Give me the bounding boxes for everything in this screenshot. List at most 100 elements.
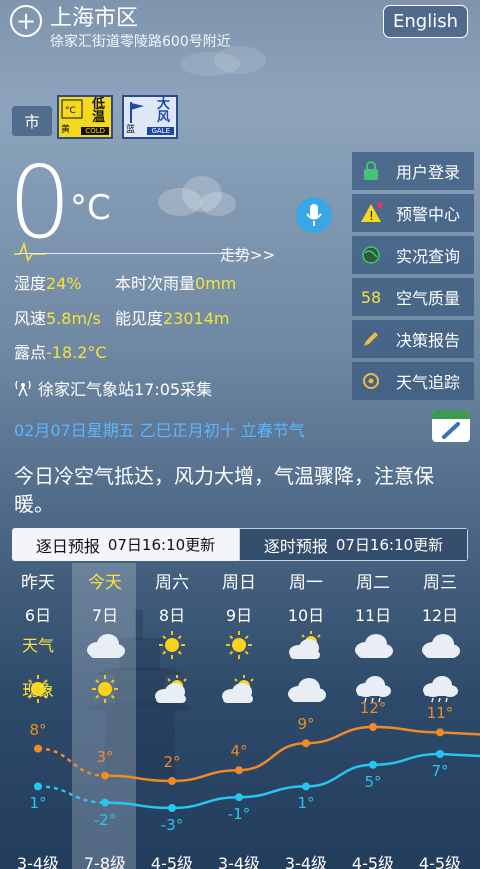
humidity-label: 湿度 (14, 274, 47, 293)
english-button[interactable]: English (383, 5, 468, 38)
weather-tracking-button[interactable]: 天气追踪 (352, 362, 474, 400)
live-query-button[interactable]: 实况查询 (352, 236, 474, 274)
warning-icon: ! (352, 194, 390, 232)
pencil-icon (352, 320, 390, 358)
day-date: 11日 (354, 606, 392, 625)
temperature-unit: °C (70, 188, 111, 228)
tab-hourly-label: 逐时预报 (263, 536, 328, 556)
day-name: 昨天 (21, 573, 55, 593)
temperature-point (34, 782, 42, 791)
warning-en: COLD (81, 127, 109, 135)
gale-warning-badge[interactable]: 大风 蓝 GALE (122, 95, 178, 139)
warning-level: 黄 (61, 125, 71, 135)
background-cloud-icon (158, 176, 236, 216)
day-date: 9日 (225, 606, 253, 625)
wind-level: 3-4级 (217, 854, 261, 869)
current-temperature: 0 (8, 144, 72, 261)
trend-line (18, 253, 238, 254)
day-name: 周日 (222, 573, 256, 593)
tab-daily[interactable]: 逐日预报 07日16:10更新 (12, 528, 239, 561)
low-temp-label: -3° (160, 816, 184, 834)
series-line (372, 725, 441, 734)
calendar-button[interactable] (432, 410, 470, 442)
temperature-point (235, 766, 243, 775)
high-temp-label: 3° (96, 747, 114, 766)
day-date: 7日 (91, 606, 119, 625)
series-line (104, 801, 173, 810)
temperature-point (302, 782, 310, 791)
series-line (37, 747, 106, 777)
add-city-button[interactable]: + (10, 5, 42, 37)
wind-level: 4-5级 (351, 854, 395, 869)
microphone-button[interactable] (296, 197, 332, 233)
wind-speed: 风速5.8m/s (14, 305, 101, 329)
temperature-point (168, 777, 176, 785)
trend-link[interactable]: 走势>> (220, 244, 275, 265)
microphone-icon (306, 204, 322, 226)
high-temp-label: 11° (426, 704, 454, 723)
weather-summary: 今日冷空气抵达，风力大增，气温骤降，注意保暖。 (14, 464, 434, 516)
series-line (439, 731, 480, 736)
decision-report-label: 决策报告 (396, 331, 461, 350)
forecast-tabs: 逐日预报 07日16:10更新 逐时预报 07日16:10更新 (12, 528, 468, 561)
temperature-point (369, 723, 377, 731)
high-temp-label: 2° (163, 753, 181, 771)
day-date: 10日 (287, 606, 325, 625)
rain-value: 0mm (195, 274, 237, 293)
city-tag[interactable]: 市 (12, 106, 52, 136)
dew-value: -18.2°C (46, 343, 107, 362)
rainfall: 本时次雨量0mm (115, 270, 236, 294)
day-date: 12日 (421, 606, 459, 625)
warning-title: 低温 (92, 97, 106, 125)
login-label: 用户登录 (396, 163, 461, 182)
sun-icon (151, 630, 193, 664)
wind-value: 5.8m/s (46, 309, 101, 328)
city-name[interactable]: 上海市区 (50, 0, 138, 32)
humidity-value: 24% (46, 274, 82, 293)
wind-level: 3-4级 (16, 854, 60, 869)
day-name: 周二 (356, 573, 390, 593)
temperature-point (168, 804, 176, 812)
tab-hourly[interactable]: 逐时预报 07日16:10更新 (239, 528, 468, 561)
series-line (372, 752, 441, 767)
tab-daily-update: 07日16:10更新 (107, 536, 216, 554)
calendar-icon (442, 422, 460, 439)
temperature-point (436, 750, 444, 758)
warning-level: 蓝 (126, 125, 136, 135)
login-button[interactable]: 用户登录 (352, 152, 474, 190)
low-temp-label: 5° (364, 772, 382, 791)
visibility: 能见度23014m (115, 305, 230, 329)
cold-warning-badge[interactable]: °C 低温 黄 COLD (57, 95, 113, 139)
svg-text:°C: °C (65, 106, 76, 116)
day-date: 6日 (24, 606, 52, 625)
warning-center-button[interactable]: ! 预警中心 (352, 194, 474, 232)
temperature-point (302, 739, 310, 748)
target-icon (352, 362, 390, 400)
station-text: 徐家汇气象站17:05采集 (38, 380, 213, 399)
wind-label: 风速 (14, 309, 47, 328)
series-line (305, 763, 374, 788)
temperature-point (436, 728, 444, 737)
air-quality-button[interactable]: 58 空气质量 (352, 278, 474, 316)
phenomenon-row-label: 现象 (22, 681, 55, 700)
svg-text:!: ! (369, 209, 374, 223)
cloud-icon (84, 630, 126, 664)
dew-label: 露点 (14, 343, 47, 362)
partly-icon (285, 630, 327, 664)
live-query-label: 实况查询 (396, 247, 461, 266)
low-temp-label: -1° (227, 805, 251, 824)
decision-report-button[interactable]: 决策报告 (352, 320, 474, 358)
warning-title: 大风 (157, 97, 171, 125)
cloud-icon (419, 630, 461, 664)
dew-point: 露点-18.2°C (14, 339, 107, 363)
air-quality-label: 空气质量 (396, 289, 461, 308)
temperature-point (369, 760, 377, 769)
low-temp-label: -2° (93, 810, 117, 829)
series-line (104, 774, 173, 783)
series-line (305, 725, 374, 745)
visibility-value: 23014m (163, 309, 230, 328)
rain-label: 本时次雨量 (115, 274, 196, 293)
wind-level: 3-4级 (284, 854, 328, 869)
lock-icon (352, 152, 390, 190)
series-line (238, 785, 307, 799)
